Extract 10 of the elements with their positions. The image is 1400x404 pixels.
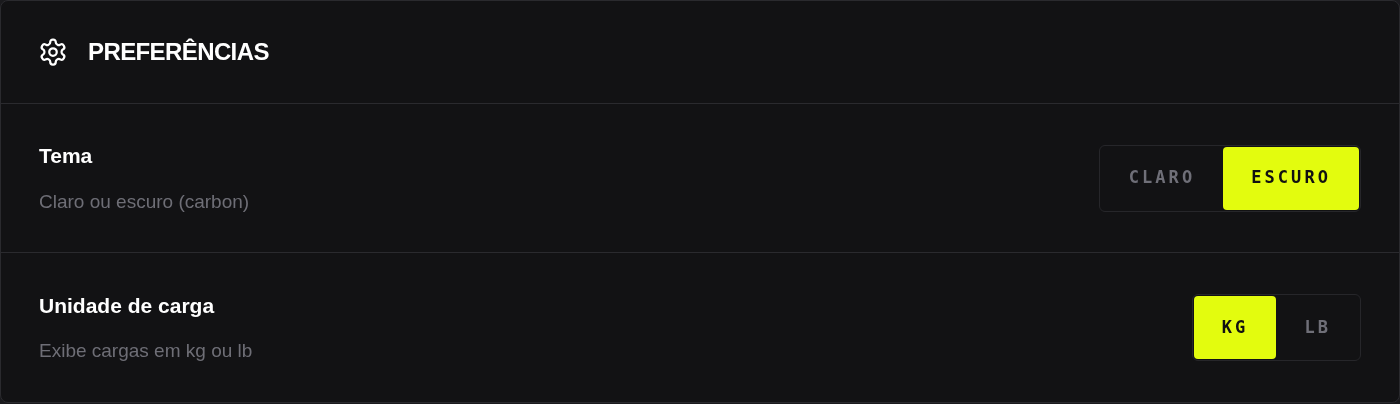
panel-title: PREFERÊNCIAS [88, 37, 269, 67]
option-button[interactable]: LB [1276, 296, 1359, 359]
option-button[interactable]: KG [1193, 296, 1277, 359]
setting-description: Claro ou escuro (carbon) [39, 189, 250, 214]
setting-label: Tema [39, 143, 94, 169]
option-button[interactable]: CLARO [1100, 146, 1224, 210]
setting-label: Unidade de carga [39, 292, 216, 319]
settings-icon [38, 37, 68, 67]
option-button[interactable]: ESCURO [1223, 146, 1359, 210]
setting-description: Exibe cargas em kg ou lb [39, 339, 253, 363]
